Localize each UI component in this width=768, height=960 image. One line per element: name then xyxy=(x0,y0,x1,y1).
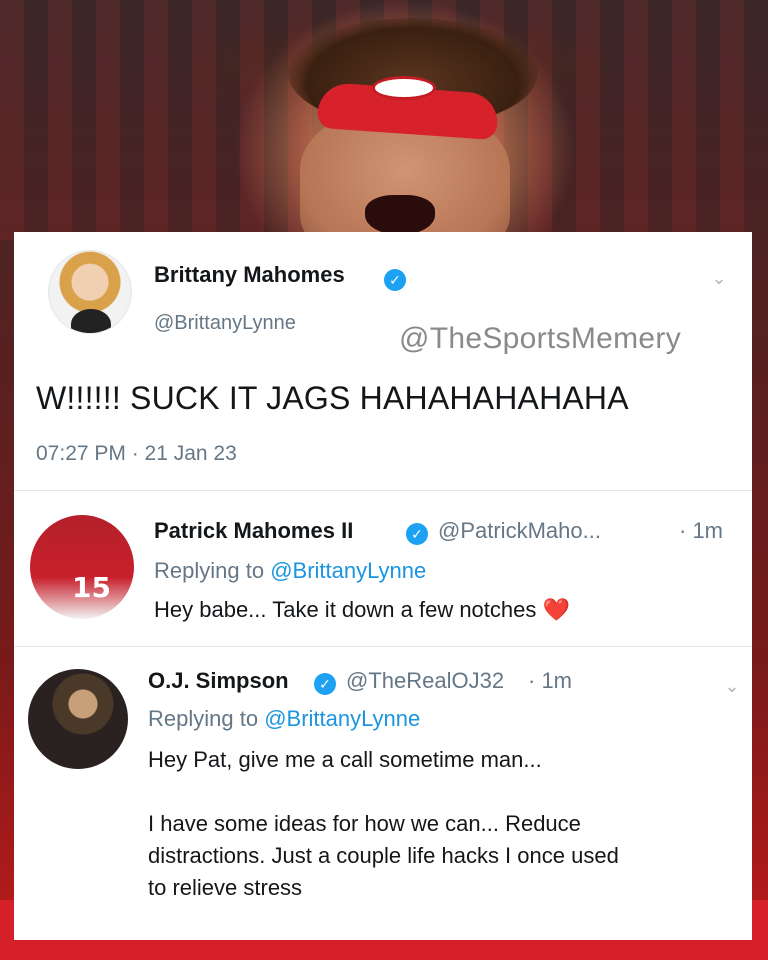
reply-line: Hey Pat, give me a call sometime man... xyxy=(148,747,542,772)
avatar-oj[interactable] xyxy=(28,669,128,769)
heart-emoji-icon: ❤️ xyxy=(542,597,570,622)
tweet-thread-card: Brittany Mahomes ✓ @BrittanyLynne @TheSp… xyxy=(14,232,752,940)
avatar-patrick[interactable] xyxy=(30,515,134,619)
verified-badge-icon: ✓ xyxy=(384,269,406,291)
replying-mention[interactable]: @BrittanyLynne xyxy=(264,706,420,731)
watermark: @TheSportsMemery xyxy=(399,322,681,355)
replying-mention[interactable]: @BrittanyLynne xyxy=(270,558,426,583)
tweet-timestamp[interactable]: 07:27 PM · 21 Jan 23 xyxy=(36,442,237,466)
reply-time[interactable]: · 1m xyxy=(679,518,723,544)
verified-badge-icon: ✓ xyxy=(406,523,428,545)
player-mouth xyxy=(365,195,435,235)
author-handle[interactable]: @BrittanyLynne xyxy=(154,312,296,335)
reply-author-handle[interactable]: @PatrickMaho... xyxy=(438,518,601,544)
author-name[interactable]: Brittany Mahomes xyxy=(154,262,345,288)
chevron-down-icon[interactable]: ⌄ xyxy=(724,677,740,695)
tweet-text: W!!!!!! SUCK IT JAGS HAHAHAHAHAHA xyxy=(36,380,629,416)
reply-time[interactable]: · 1m xyxy=(528,668,572,694)
reply-line-blank xyxy=(148,776,748,808)
reply-line: I have some ideas for how we can... Redu… xyxy=(148,811,581,836)
headband-logo xyxy=(372,76,436,100)
divider xyxy=(14,490,752,491)
reply-line: distractions. Just a couple life hacks I… xyxy=(148,843,619,868)
replying-to: Replying to @BrittanyLynne xyxy=(148,706,420,732)
reply-text: Hey babe... Take it down a few notches ❤… xyxy=(154,594,570,626)
reply-line: to relieve stress xyxy=(148,875,303,900)
reply-author-name[interactable]: O.J. Simpson xyxy=(148,668,289,694)
verified-badge-icon: ✓ xyxy=(314,673,336,695)
replying-to: Replying to @BrittanyLynne xyxy=(154,558,426,584)
main-tweet: Brittany Mahomes ✓ @BrittanyLynne @TheSp… xyxy=(14,232,752,490)
reply-body: Hey Pat, give me a call sometime man... … xyxy=(148,744,748,904)
reply-author-name[interactable]: Patrick Mahomes II xyxy=(154,518,353,544)
chevron-down-icon[interactable]: ⌄ xyxy=(711,269,727,287)
divider xyxy=(14,646,752,647)
reply-author-handle[interactable]: @TheRealOJ32 xyxy=(346,668,504,694)
replying-prefix: Replying to xyxy=(148,706,265,731)
replying-prefix: Replying to xyxy=(154,558,271,583)
avatar-brittany[interactable] xyxy=(48,250,132,334)
reply-body: Hey babe... Take it down a few notches xyxy=(154,597,537,622)
